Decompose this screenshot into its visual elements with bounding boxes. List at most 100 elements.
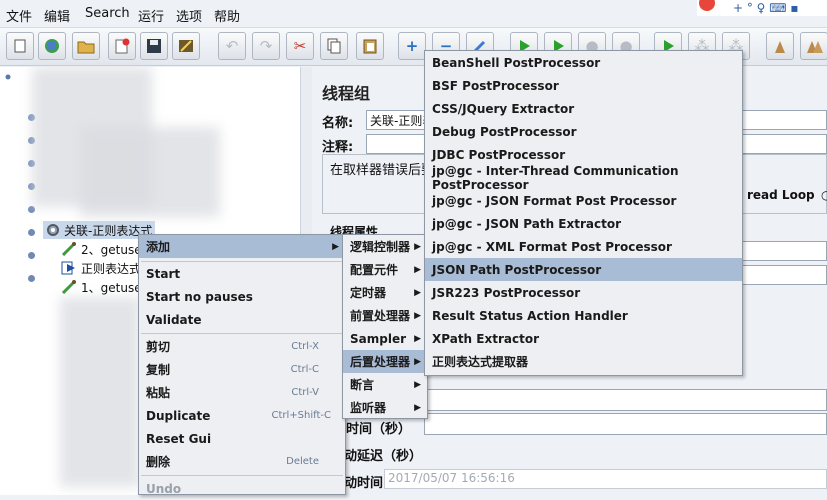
chevron-right-icon: ▶	[414, 264, 421, 275]
save-screenshot-icon[interactable]	[172, 32, 200, 60]
menu-item-paste[interactable]: 粘贴 Ctrl-V	[139, 381, 345, 404]
pp-item-xpath[interactable]: XPath Extractor	[425, 327, 742, 350]
menu-options[interactable]: 选项	[176, 6, 202, 25]
tree-node-label: 正则表达式	[81, 261, 142, 276]
menu-item-label: 后置处理器	[350, 355, 411, 369]
menu-item-label: 逻辑控制器	[350, 240, 411, 254]
menu-item-validate[interactable]: Validate	[139, 308, 345, 331]
menu-help[interactable]: 帮助	[214, 6, 240, 25]
thread-loop-option[interactable]: read Loop	[747, 188, 815, 202]
pp-item-json-path-extractor[interactable]: jp@gc - JSON Path Extractor	[425, 212, 742, 235]
menu-item-label: Result Status Action Handler	[432, 308, 628, 323]
paste-icon[interactable]	[356, 32, 384, 60]
menu-item-label: JDBC PostProcessor	[432, 147, 566, 162]
menu-item-delete[interactable]: 删除 Delete	[139, 450, 345, 473]
ramp-label: 时间（秒）	[346, 422, 412, 437]
chevron-right-icon: ▶	[414, 241, 421, 252]
menu-run[interactable]: 运行	[138, 6, 164, 25]
shortcut-label: Ctrl-X	[291, 341, 319, 352]
pp-item-bsf[interactable]: BSF PostProcessor	[425, 74, 742, 97]
menu-item-label: 剪切	[146, 340, 171, 354]
menu-item-label: 复制	[146, 363, 171, 377]
page-title: 线程组	[322, 84, 371, 103]
pp-item-css-jquery[interactable]: CSS/JQuery Extractor	[425, 97, 742, 120]
tree-handle[interactable]	[28, 206, 35, 213]
chevron-right-icon: ▶	[414, 356, 421, 367]
tree-handle[interactable]	[28, 229, 35, 236]
tree-handle[interactable]	[28, 275, 35, 282]
tree-node[interactable]: 正则表达式	[61, 259, 141, 277]
pp-item-jsr223[interactable]: JSR223 PostProcessor	[425, 281, 742, 304]
menu-item-label: 添加	[146, 240, 171, 254]
copy-icon[interactable]	[320, 32, 348, 60]
new-icon[interactable]	[6, 32, 34, 60]
clear-icon[interactable]	[766, 32, 794, 60]
start-time-field[interactable]: 2017/05/07 16:56:16	[384, 469, 827, 489]
menu-item-label: 删除	[146, 455, 171, 469]
submenu-item-sampler[interactable]: Sampler ▶	[343, 327, 427, 350]
menu-item-label: 断言	[350, 378, 375, 392]
menu-item-copy[interactable]: 复制 Ctrl-C	[139, 358, 345, 381]
tree-node-label: 2、getuse	[81, 242, 142, 257]
menu-item-reset-gui[interactable]: Reset Gui	[139, 427, 345, 450]
menu-search[interactable]: Search	[85, 6, 130, 21]
menu-item-label: Start no pauses	[146, 289, 253, 304]
pp-item-json-path-postprocessor[interactable]: JSON Path PostProcessor	[425, 258, 742, 281]
submenu-item-listener[interactable]: 监听器 ▶	[343, 396, 427, 419]
chevron-right-icon: ▶	[414, 402, 421, 413]
menu-item-label: jp@gc - XML Format Post Processor	[432, 239, 672, 254]
tree-node[interactable]: 2、getuse	[61, 240, 142, 258]
menu-item-label: Start	[146, 266, 181, 281]
redo-icon[interactable]: ↷	[252, 32, 280, 60]
pipette-icon	[61, 280, 76, 294]
expand-icon[interactable]: +	[398, 32, 426, 60]
blurred-region	[60, 297, 140, 487]
comment-label: 注释:	[322, 140, 354, 155]
menu-item-add[interactable]: 添加 ▶	[139, 235, 345, 258]
svg-text:+ ° ♀ ⌨ ▪: + ° ♀ ⌨ ▪	[733, 1, 799, 15]
templates-icon[interactable]	[38, 32, 66, 60]
pp-item-regex[interactable]: 正则表达式提取器	[425, 350, 742, 373]
submenu-item-assertion[interactable]: 断言 ▶	[343, 373, 427, 396]
chevron-right-icon: ▶	[332, 241, 339, 252]
menu-item-label: jp@gc - JSON Format Post Processor	[432, 193, 677, 208]
menu-item-start[interactable]: Start	[139, 262, 345, 285]
clear-all-icon[interactable]	[800, 32, 827, 60]
duration-field[interactable]	[424, 389, 827, 411]
pp-item-inter-thread[interactable]: jp@gc - Inter-Thread Communication PostP…	[425, 164, 742, 192]
pp-item-json-format[interactable]: jp@gc - JSON Format Post Processor	[425, 189, 742, 212]
pp-item-debug[interactable]: Debug PostProcessor	[425, 120, 742, 143]
menu-item-start-no-pauses[interactable]: Start no pauses	[139, 285, 345, 308]
submenu-item-preprocessor[interactable]: 前置处理器 ▶	[343, 304, 427, 327]
pp-item-result-status[interactable]: Result Status Action Handler	[425, 304, 742, 327]
menu-separator	[141, 475, 343, 476]
submenu-item-config[interactable]: 配置元件 ▶	[343, 258, 427, 281]
pp-item-beanshell[interactable]: BeanShell PostProcessor	[425, 51, 742, 74]
open-icon[interactable]	[72, 32, 100, 60]
undo-icon[interactable]: ↶	[218, 32, 246, 60]
tree-node[interactable]: 1、getuse	[61, 278, 142, 296]
menu-item-cut[interactable]: 剪切 Ctrl-X	[139, 335, 345, 358]
menu-item-undo[interactable]: Undo	[139, 477, 345, 500]
save-icon[interactable]	[140, 32, 168, 60]
cut-icon[interactable]: ✂	[286, 32, 314, 60]
tree-gutter	[5, 74, 11, 80]
menu-file[interactable]: 文件	[6, 6, 32, 25]
close-icon[interactable]	[108, 32, 136, 60]
ime-toolbar-icon: + ° ♀ ⌨ ▪	[697, 0, 827, 16]
tree-handle[interactable]	[28, 252, 35, 259]
menu-item-label: 监听器	[350, 401, 387, 415]
radio-icon[interactable]: ○	[821, 188, 827, 202]
delay-field[interactable]	[424, 413, 827, 435]
menu-item-label: JSR223 PostProcessor	[432, 285, 581, 300]
menu-item-label: JSON Path PostProcessor	[432, 262, 602, 277]
shortcut-label: Delete	[286, 456, 319, 467]
menu-edit[interactable]: 编辑	[44, 6, 70, 25]
menu-item-label: jp@gc - JSON Path Extractor	[432, 216, 621, 231]
pp-item-xml-format[interactable]: jp@gc - XML Format Post Processor	[425, 235, 742, 258]
submenu-item-timer[interactable]: 定时器 ▶	[343, 281, 427, 304]
submenu-item-logic-controller[interactable]: 逻辑控制器 ▶	[343, 235, 427, 258]
menu-item-duplicate[interactable]: Duplicate Ctrl+Shift-C	[139, 404, 345, 427]
context-menu: 添加 ▶ Start Start no pauses Validate 剪切 Ct…	[138, 234, 346, 496]
submenu-item-postprocessor[interactable]: 后置处理器 ▶	[343, 350, 427, 373]
